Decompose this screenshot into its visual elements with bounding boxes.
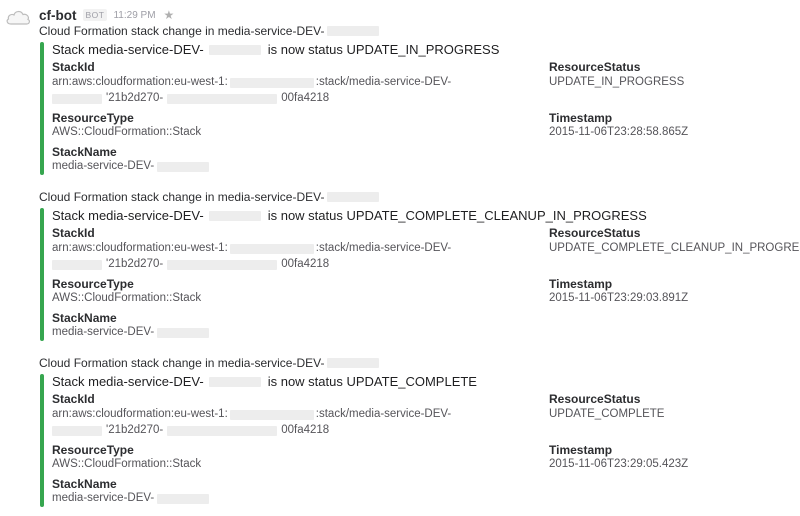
event-intro-text: Cloud Formation stack change in media-se… (39, 356, 325, 370)
field-title-resourcetype: ResourceType (52, 111, 134, 125)
redacted-block (327, 358, 380, 368)
stackid-uuid-suffix: 00fa4218 (281, 258, 330, 270)
field-title-timestamp: Timestamp (549, 443, 613, 457)
stackid-stack-path: :stack/media-service-DEV- (315, 76, 452, 88)
field-value-stackname: media-service-DEV- (52, 325, 210, 340)
field-title-resourcestatus: ResourceStatus (549, 60, 641, 74)
stackid-stack-path: :stack/media-service-DEV- (315, 242, 452, 254)
stackname-text: media-service-DEV- (52, 492, 155, 504)
field-title-resourcetype: ResourceType (52, 443, 134, 457)
stackid-uuid-prefix: '21b2d270- (106, 424, 164, 436)
cloud-icon[interactable] (4, 5, 32, 29)
redacted-block (52, 93, 102, 104)
field-value-stackname: media-service-DEV- (52, 491, 210, 506)
field-value-resourcetype: AWS::CloudFormation::Stack (52, 458, 202, 470)
attachment-color-bar (40, 208, 44, 341)
attachment-title: Stack media-service-DEV- is now status U… (52, 374, 477, 390)
stackid-arn-prefix: arn:aws:cloudformation:eu-west-1: (52, 408, 228, 420)
attachment-color-bar (40, 42, 44, 175)
stackname-text: media-service-DEV- (52, 326, 155, 338)
field-value-stackid-line1: arn:aws:cloudformation:eu-west-1: :stack… (52, 75, 451, 90)
redacted-block (327, 192, 380, 202)
field-title-stackname: StackName (52, 145, 117, 159)
event-intro-text: Cloud Formation stack change in media-se… (39, 24, 325, 38)
event-intro: Cloud Formation stack change in media-se… (39, 190, 380, 204)
stackid-uuid-suffix: 00fa4218 (281, 424, 330, 436)
field-value-stackid-line2: '21b2d270- 00fa4218 (52, 91, 329, 106)
field-value-stackid-line2: '21b2d270- 00fa4218 (52, 423, 329, 438)
attachment-title: Stack media-service-DEV- is now status U… (52, 208, 647, 224)
redacted-block (167, 93, 278, 104)
redacted-block (157, 161, 210, 172)
attachment-title-suffix: is now status UPDATE_COMPLETE (267, 374, 477, 389)
redacted-block (157, 493, 210, 504)
redacted-block (208, 45, 261, 55)
redacted-block (167, 425, 278, 436)
attachment-title-prefix: Stack media-service-DEV- (52, 374, 204, 389)
field-title-timestamp: Timestamp (549, 111, 613, 125)
bot-badge: BOT (82, 9, 108, 21)
attachment-title-suffix: is now status UPDATE_COMPLETE_CLEANUP_IN… (267, 208, 647, 223)
field-value-stackid-line2: '21b2d270- 00fa4218 (52, 257, 329, 272)
field-value-stackid-line1: arn:aws:cloudformation:eu-west-1: :stack… (52, 241, 451, 256)
redacted-block (157, 327, 210, 338)
message-header: cf-bot BOT 11:29 PM ★ (39, 7, 174, 23)
field-value-timestamp: 2015-11-06T23:28:58.865Z (549, 126, 689, 138)
field-value-timestamp: 2015-11-06T23:29:03.891Z (549, 292, 689, 304)
event-intro-text: Cloud Formation stack change in media-se… (39, 190, 325, 204)
event-intro: Cloud Formation stack change in media-se… (39, 24, 380, 38)
field-title-stackname: StackName (52, 477, 117, 491)
stackname-text: media-service-DEV- (52, 160, 155, 172)
attachment-title-prefix: Stack media-service-DEV- (52, 208, 204, 223)
attachment-color-bar (40, 374, 44, 507)
stackid-stack-path: :stack/media-service-DEV- (315, 408, 452, 420)
field-value-stackid-line1: arn:aws:cloudformation:eu-west-1: :stack… (52, 407, 451, 422)
stackid-uuid-prefix: '21b2d270- (106, 92, 164, 104)
star-icon[interactable]: ★ (164, 9, 175, 21)
redacted-block (229, 243, 314, 254)
stack-attachment: Stack media-service-DEV- is now status U… (40, 374, 796, 507)
field-title-resourcestatus: ResourceStatus (549, 392, 641, 406)
attachment-title-prefix: Stack media-service-DEV- (52, 42, 204, 57)
field-title-resourcestatus: ResourceStatus (549, 226, 641, 240)
event-intro: Cloud Formation stack change in media-se… (39, 356, 380, 370)
field-value-resourcetype: AWS::CloudFormation::Stack (52, 292, 202, 304)
field-title-stackid: StackId (52, 226, 95, 240)
field-value-resourcestatus: UPDATE_COMPLETE (549, 408, 665, 420)
field-value-resourcetype: AWS::CloudFormation::Stack (52, 126, 202, 138)
redacted-block (208, 377, 261, 387)
stackid-arn-prefix: arn:aws:cloudformation:eu-west-1: (52, 242, 228, 254)
redacted-block (229, 409, 314, 420)
attachment-title: Stack media-service-DEV- is now status U… (52, 42, 499, 58)
field-title-stackid: StackId (52, 392, 95, 406)
stack-attachment: Stack media-service-DEV- is now status U… (40, 208, 800, 341)
attachment-title-suffix: is now status UPDATE_IN_PROGRESS (267, 42, 500, 57)
field-value-stackname: media-service-DEV- (52, 159, 210, 174)
redacted-block (52, 259, 102, 270)
field-value-timestamp: 2015-11-06T23:29:05.423Z (549, 458, 689, 470)
redacted-block (167, 259, 278, 270)
field-title-resourcetype: ResourceType (52, 277, 134, 291)
bot-name[interactable]: cf-bot (39, 8, 77, 23)
stackid-uuid-suffix: 00fa4218 (281, 92, 330, 104)
field-title-timestamp: Timestamp (549, 277, 613, 291)
field-title-stackname: StackName (52, 311, 117, 325)
redacted-block (208, 211, 261, 221)
stackid-uuid-prefix: '21b2d270- (106, 258, 164, 270)
message-timestamp[interactable]: 11:29 PM (113, 10, 155, 21)
redacted-block (52, 425, 102, 436)
stack-attachment: Stack media-service-DEV- is now status U… (40, 42, 796, 175)
redacted-block (327, 26, 380, 36)
stackid-arn-prefix: arn:aws:cloudformation:eu-west-1: (52, 76, 228, 88)
field-value-resourcestatus: UPDATE_COMPLETE_CLEANUP_IN_PROGRESS (549, 242, 800, 254)
field-title-stackid: StackId (52, 60, 95, 74)
field-value-resourcestatus: UPDATE_IN_PROGRESS (549, 76, 685, 88)
redacted-block (229, 77, 314, 88)
